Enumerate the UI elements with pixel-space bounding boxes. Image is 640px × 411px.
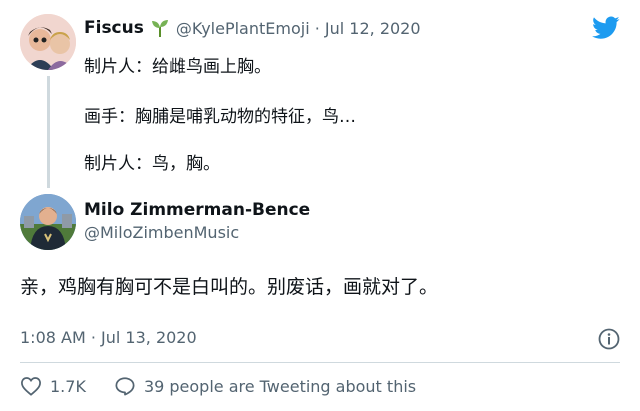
heart-icon [21, 377, 41, 396]
parent-tweet-header: Fiscus @KylePlantEmoji · Jul 12, 2020 [84, 16, 421, 40]
reply-tweet-text: 亲，鸡胸有胸可不是白叫的。别废话，画就对了。 [20, 276, 439, 298]
parent-handle-date[interactable]: @KylePlantEmoji · Jul 12, 2020 [176, 19, 421, 38]
reply-avatar[interactable] [20, 194, 76, 250]
speech-bubble-icon [115, 377, 135, 396]
seedling-icon [150, 18, 170, 38]
parent-tweet-line: 制片人：给雌鸟画上胸。 [84, 57, 271, 77]
reply-handle[interactable]: @MiloZimbenMusic [84, 223, 239, 242]
tweet-timestamp[interactable]: 1:08 AM · Jul 13, 2020 [20, 328, 197, 347]
info-icon[interactable] [598, 328, 620, 350]
tweet-actions: 1.7K 39 people are Tweeting about this [20, 374, 416, 398]
like-count: 1.7K [50, 376, 86, 396]
parent-display-name[interactable]: Fiscus [84, 18, 144, 38]
tweet-card: Fiscus @KylePlantEmoji · Jul 12, 2020 制片… [0, 0, 640, 411]
discussion-text: 39 people are Tweeting about this [143, 376, 417, 396]
thread-line [47, 76, 50, 188]
parent-tweet-line: 画手：胸脯是哺乳动物的特征，鸟… [84, 107, 356, 127]
twitter-bird-icon[interactable] [592, 16, 620, 40]
like-button[interactable]: 1.7K [20, 376, 86, 396]
parent-avatar[interactable] [20, 14, 76, 70]
reply-display-name[interactable]: Milo Zimmerman-Bence [84, 200, 310, 220]
discussion-button[interactable]: 39 people are Tweeting about this [114, 376, 416, 396]
divider [20, 362, 620, 363]
parent-tweet-line: 制片人：鸟，胸。 [84, 154, 220, 174]
